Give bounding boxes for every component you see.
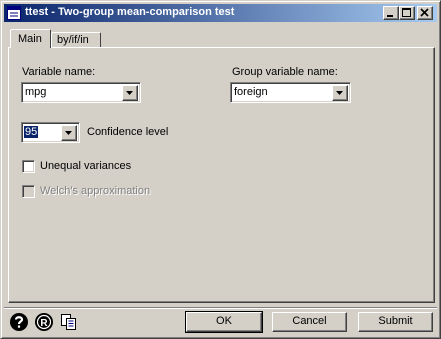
submit-button[interactable]: Submit — [358, 312, 433, 332]
tab-main[interactable]: Main — [10, 29, 51, 48]
svg-text:R: R — [40, 318, 48, 329]
dialog-app-icon — [7, 6, 21, 20]
variable-name-label: Variable name: — [22, 66, 96, 78]
minimize-icon — [387, 15, 393, 17]
chevron-down-icon — [336, 91, 343, 95]
reset-button[interactable]: R — [34, 312, 54, 332]
maximize-button[interactable] — [399, 6, 415, 20]
group-variable-dropdown-button[interactable] — [332, 85, 348, 101]
tab-by-if-in-label: by/if/in — [57, 34, 89, 46]
footer-separator — [4, 307, 437, 309]
window-title: ttest - Two-group mean-comparison test — [25, 6, 235, 18]
group-variable-name-value: foreign — [234, 86, 268, 98]
reset-icon: R — [35, 313, 53, 331]
confidence-level-combo[interactable]: 95 — [21, 122, 80, 143]
group-variable-name-combo[interactable]: foreign — [230, 82, 351, 103]
chevron-down-icon — [126, 91, 133, 95]
title-bar[interactable]: ttest - Two-group mean-comparison test — [4, 4, 437, 22]
variable-name-dropdown-button[interactable] — [122, 85, 138, 101]
help-button[interactable] — [9, 312, 29, 332]
copy-command-button[interactable] — [59, 312, 79, 332]
tab-by-if-in[interactable]: by/if/in — [51, 32, 101, 47]
dialog-window: ttest - Two-group mean-comparison test M… — [0, 0, 441, 339]
close-icon — [420, 8, 429, 17]
unequal-variances-checkbox[interactable] — [22, 160, 35, 173]
welch-approximation-label: Welch's approximation — [40, 185, 151, 197]
ok-button[interactable]: OK — [185, 311, 263, 333]
confidence-level-label: Confidence level — [87, 126, 169, 138]
unequal-variances-label: Unequal variances — [40, 160, 132, 172]
confidence-level-dropdown-button[interactable] — [61, 125, 77, 141]
group-variable-name-label: Group variable name: — [232, 66, 338, 78]
help-icon — [10, 313, 28, 331]
copy-command-icon — [61, 314, 76, 330]
maximize-icon — [402, 8, 411, 17]
variable-name-combo[interactable]: mpg — [21, 82, 141, 103]
welch-approximation-checkbox — [22, 185, 35, 198]
close-button[interactable] — [417, 6, 433, 20]
chevron-down-icon — [65, 131, 72, 135]
variable-name-value: mpg — [25, 86, 47, 98]
minimize-button[interactable] — [383, 6, 399, 20]
confidence-level-value: 95 — [24, 126, 39, 138]
cancel-button[interactable]: Cancel — [272, 312, 347, 332]
tab-main-label: Main — [18, 33, 42, 45]
